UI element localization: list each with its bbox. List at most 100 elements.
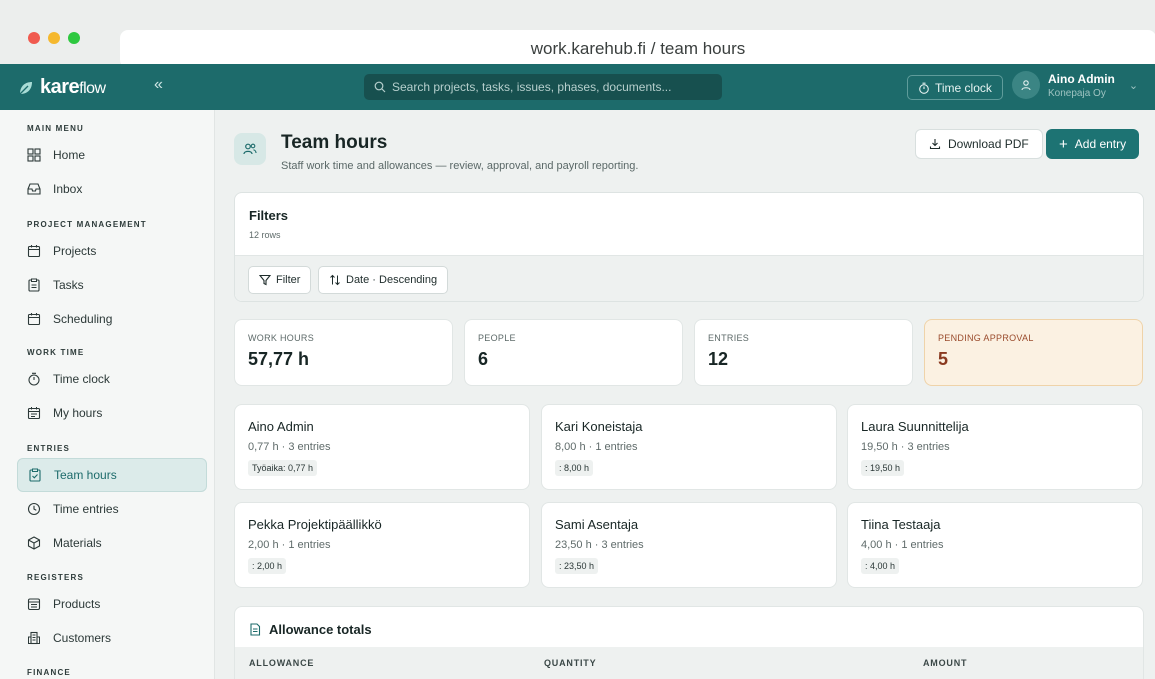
table-header: ALLOWANCE QUANTITY AMOUNT	[235, 647, 1143, 679]
logo[interactable]: kareflow	[18, 76, 106, 99]
column-header-quantity[interactable]: QUANTITY	[544, 658, 596, 668]
stat-people: PEOPLE 6	[464, 319, 683, 386]
stat-entries: ENTRIES 12	[694, 319, 913, 386]
sidebar-item-label: My hours	[53, 406, 103, 420]
inbox-icon	[27, 183, 41, 195]
row-count: 12 rows	[249, 230, 281, 240]
app-header: kareflow « Time clock Aino Admin Konepaj…	[0, 64, 1155, 110]
person-name: Laura Suunnittelija	[861, 419, 969, 434]
sidebar-section-registers: REGISTERS	[27, 573, 85, 582]
collapse-sidebar-icon[interactable]: «	[154, 76, 163, 94]
sidebar-item-materials[interactable]: Materials	[17, 526, 207, 560]
sort-icon	[330, 274, 340, 286]
user-org: Konepaja Oy	[1048, 87, 1106, 99]
sort-label: Date · Descending	[346, 274, 438, 286]
sort-button[interactable]: Date · Descending	[318, 266, 449, 294]
sidebar-item-my-hours[interactable]: My hours	[17, 396, 207, 430]
sidebar-item-team-hours[interactable]: Team hours	[17, 458, 207, 492]
sidebar-section-finance: FINANCE	[27, 668, 71, 677]
download-pdf-button[interactable]: Download PDF	[915, 129, 1043, 159]
hours-badge: : 2,00 h	[248, 558, 287, 574]
person-card[interactable]: Aino Admin 0,77 h · 3 entries Työaika: 0…	[234, 404, 530, 490]
calendar-icon	[27, 313, 41, 326]
stat-pending-approval[interactable]: PENDING APPROVAL 5	[924, 319, 1143, 386]
document-icon	[250, 623, 261, 636]
stopwatch-icon	[28, 372, 40, 386]
sidebar-item-time-entries[interactable]: Time entries	[17, 492, 207, 526]
archive-icon	[27, 598, 41, 611]
sidebar-item-time-clock[interactable]: Time clock	[17, 362, 207, 396]
hours-badge: : 19,50 h	[861, 460, 905, 476]
filter-icon	[259, 274, 271, 286]
close-window-button[interactable]	[28, 32, 40, 44]
hours-badge: : 4,00 h	[861, 558, 900, 574]
sidebar-item-label: Projects	[53, 244, 97, 258]
sidebar-item-home[interactable]: Home	[17, 138, 207, 172]
calendar-icon	[27, 407, 41, 420]
person-card[interactable]: Laura Suunnittelija 19,50 h · 3 entries …	[847, 404, 1143, 490]
sidebar-item-label: Inbox	[53, 182, 83, 196]
clock-icon	[27, 502, 41, 516]
filters-panel: Filters 12 rows Filter Date · Descending	[234, 192, 1144, 302]
main-content: Team hours Staff work time and allowance…	[215, 110, 1155, 679]
stat-value: 57,77 h	[248, 349, 310, 369]
person-card[interactable]: Sami Asentaja 23,50 h · 3 entries : 23,5…	[541, 502, 837, 588]
search-bar[interactable]	[364, 74, 722, 100]
user-icon	[1021, 80, 1031, 91]
sidebar-item-customers[interactable]: Customers	[17, 621, 207, 655]
clipboard-check-icon	[29, 468, 41, 482]
search-icon	[374, 81, 386, 93]
filters-title: Filters	[249, 208, 289, 223]
sidebar-item-label: Tasks	[53, 278, 84, 292]
filter-label: Filter	[276, 274, 301, 286]
download-pdf-label: Download PDF	[948, 137, 1029, 151]
page-subtitle: Staff work time and allowances — review,…	[281, 160, 639, 172]
add-entry-label: Add entry	[1074, 137, 1127, 151]
minimize-window-button[interactable]	[48, 32, 60, 44]
sidebar-item-label: Time clock	[53, 372, 110, 386]
filters-toolbar: Filter Date · Descending	[235, 255, 1143, 301]
sidebar: MAIN MENU Home Inbox PROJECT MANAGEMENT …	[0, 110, 215, 679]
time-clock-label: Time clock	[935, 80, 992, 95]
stat-label: WORK HOURS	[248, 333, 314, 343]
clipboard-icon	[28, 278, 40, 292]
person-card[interactable]: Pekka Projektipäällikkö 2,00 h · 1 entri…	[234, 502, 530, 588]
sidebar-item-label: Customers	[53, 631, 112, 645]
sidebar-section-main-menu: MAIN MENU	[27, 124, 85, 133]
filter-button[interactable]: Filter	[248, 266, 312, 294]
box-icon	[27, 536, 41, 550]
person-summary: 4,00 h · 1 entries	[861, 539, 944, 551]
person-card[interactable]: Kari Koneistaja 8,00 h · 1 entries : 8,0…	[541, 404, 837, 490]
sidebar-item-label: Materials	[53, 536, 102, 550]
sidebar-item-label: Time entries	[53, 502, 119, 516]
person-name: Aino Admin	[248, 419, 314, 434]
user-info: Aino Admin Konepaja Oy	[1048, 72, 1115, 99]
hours-badge: Työaika: 0,77 h	[248, 460, 318, 476]
sidebar-item-projects[interactable]: Projects	[17, 234, 207, 268]
sidebar-item-label: Products	[53, 597, 101, 611]
maximize-window-button[interactable]	[68, 32, 80, 44]
avatar	[1012, 71, 1040, 99]
person-name: Pekka Projektipäällikkö	[248, 517, 382, 532]
sidebar-item-tasks[interactable]: Tasks	[17, 268, 207, 302]
time-clock-button[interactable]: Time clock	[907, 75, 1003, 100]
sidebar-item-products[interactable]: Products	[17, 587, 207, 621]
leaf-logo-icon	[19, 81, 32, 94]
person-summary: 8,00 h · 1 entries	[555, 441, 638, 453]
address-bar[interactable]: work.karehub.fi / team hours	[120, 30, 1155, 68]
person-name: Kari Koneistaja	[555, 419, 643, 434]
add-entry-button[interactable]: + Add entry	[1046, 129, 1140, 159]
person-summary: 2,00 h · 1 entries	[248, 539, 331, 551]
stat-value: 5	[938, 349, 949, 369]
user-menu[interactable]: Aino Admin Konepaja Oy ⌄	[1012, 71, 1138, 99]
sidebar-item-scheduling[interactable]: Scheduling	[17, 302, 207, 336]
sidebar-item-inbox[interactable]: Inbox	[17, 172, 207, 206]
person-card[interactable]: Tiina Testaaja 4,00 h · 1 entries : 4,00…	[847, 502, 1143, 588]
column-header-amount[interactable]: AMOUNT	[923, 658, 967, 668]
person-summary: 0,77 h · 3 entries	[248, 441, 331, 453]
column-header-allowance[interactable]: ALLOWANCE	[249, 658, 314, 668]
stopwatch-icon	[919, 82, 929, 94]
chevron-down-icon: ⌄	[1128, 79, 1139, 92]
search-input[interactable]	[392, 80, 712, 94]
person-name: Tiina Testaaja	[861, 517, 941, 532]
